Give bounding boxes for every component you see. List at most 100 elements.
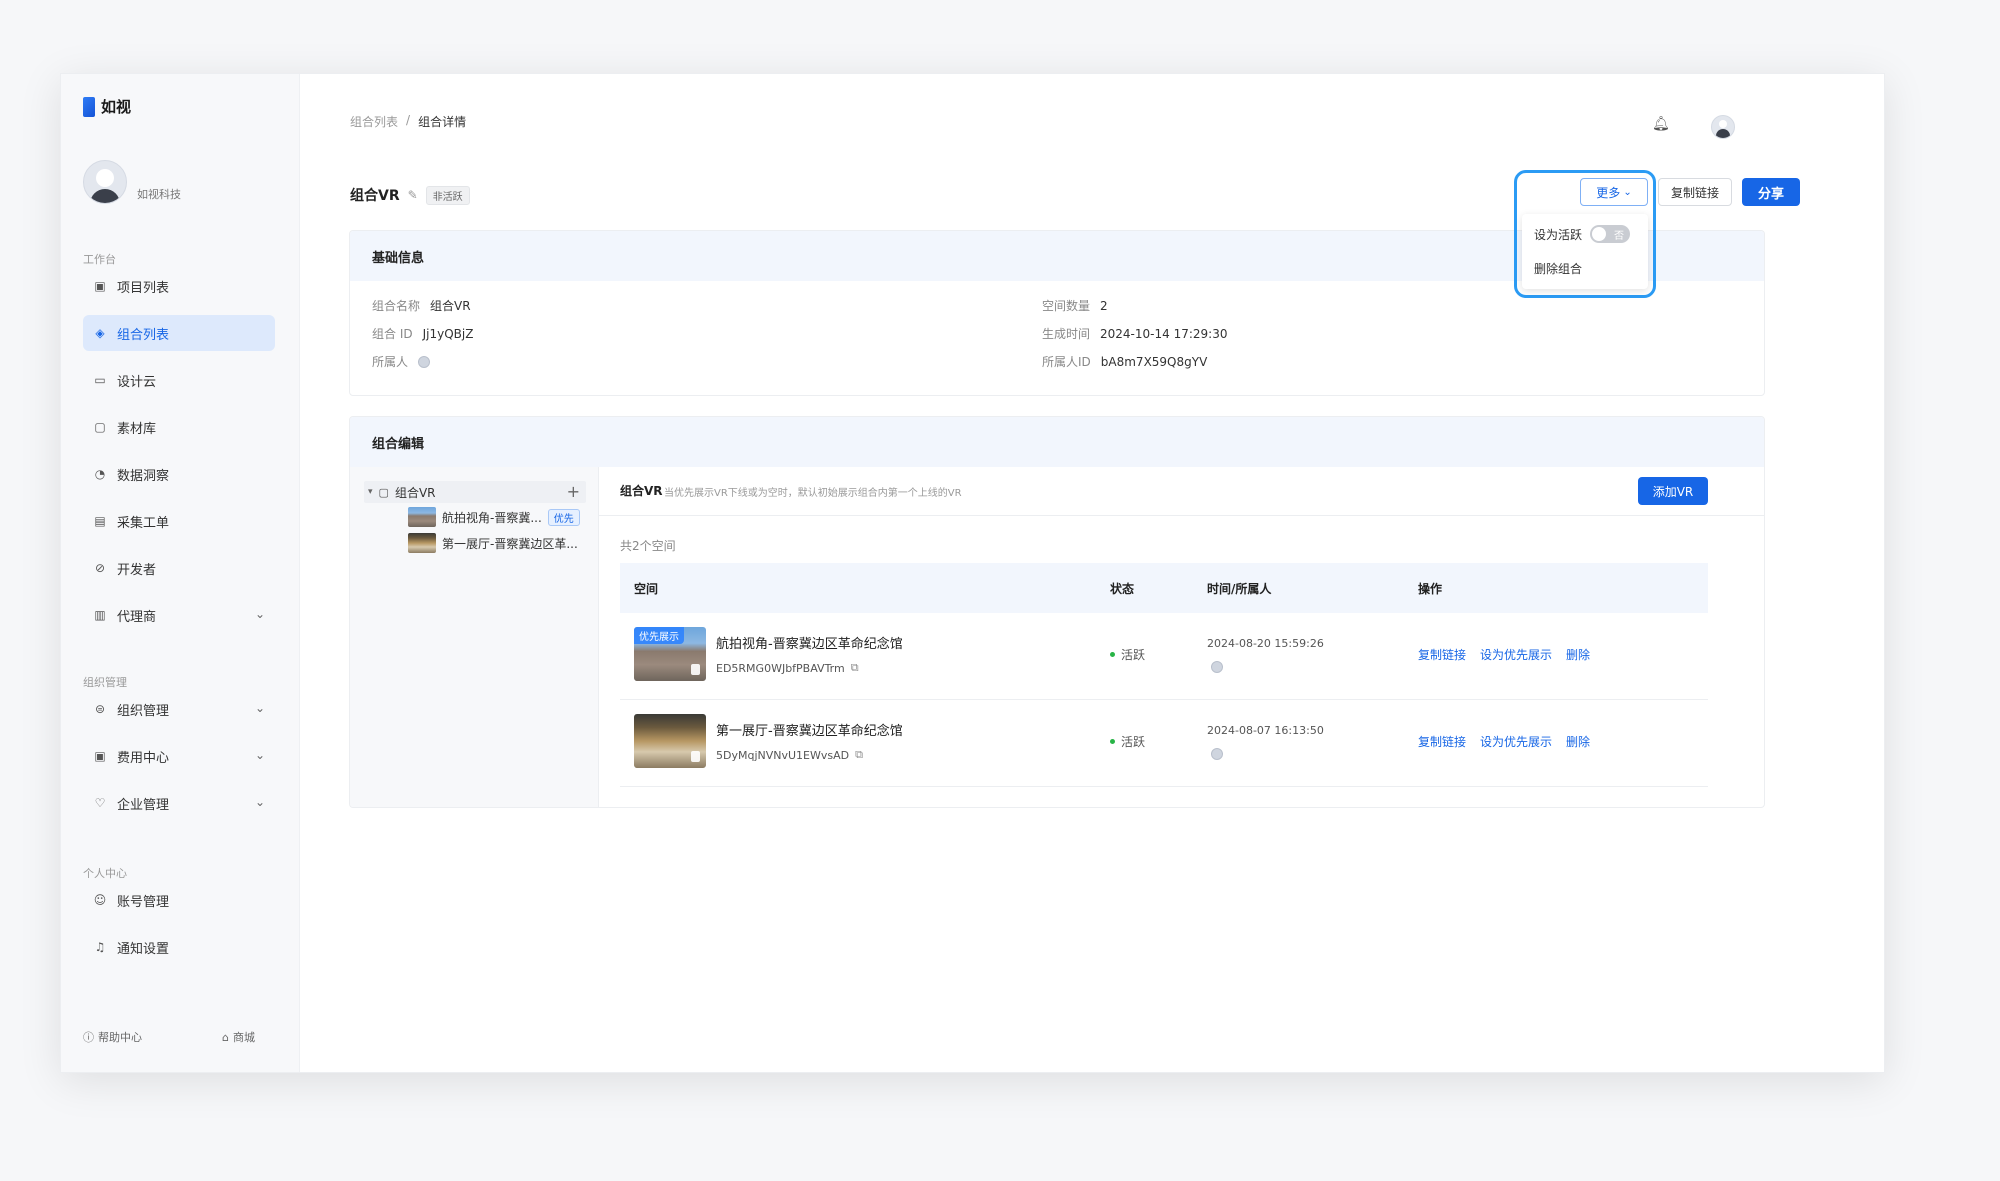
info-value: 2024-10-14 17:29:30 <box>1100 326 1228 341</box>
store-link[interactable]: ⌂ 商城 <box>222 1029 255 1045</box>
status-dot-icon <box>1110 739 1115 744</box>
user-profile[interactable]: 如视科技 <box>83 160 181 204</box>
space-id: 5DyMqjNVNvU1EWvsAD ⧉ <box>716 748 863 762</box>
sidebar-item-label: 组合列表 <box>117 327 170 343</box>
sidebar-item-label: 账号管理 <box>117 894 170 910</box>
org-icon: ⊜ <box>94 702 106 716</box>
help-icon: ⓘ <box>83 1031 94 1044</box>
avatar <box>1211 661 1223 673</box>
delete-action[interactable]: 删除 <box>1566 733 1590 750</box>
set-priority-action[interactable]: 设为优先展示 <box>1480 646 1552 663</box>
logo[interactable]: 如视 <box>83 96 131 117</box>
phone-icon <box>691 664 700 675</box>
sidebar-item-work-orders[interactable]: ▤ 采集工单 <box>83 503 275 539</box>
shield-icon: ♡ <box>94 796 106 810</box>
copy-icon[interactable]: ⧉ <box>855 748 863 762</box>
space-count: 共2个空间 <box>620 539 676 553</box>
sidebar-item-label: 费用中心 <box>117 750 170 766</box>
delete-combo-item[interactable]: 删除组合 <box>1534 260 1582 277</box>
sidebar-item-org-management[interactable]: ⊜ 组织管理 ⌄ <box>83 691 275 727</box>
active-toggle[interactable]: 否 <box>1590 225 1631 243</box>
breadcrumb-parent[interactable]: 组合列表 <box>350 113 398 130</box>
copy-icon[interactable]: ⧉ <box>851 661 859 675</box>
sidebar-item-label: 代理商 <box>117 609 157 625</box>
breadcrumb-current: 组合详情 <box>418 115 467 129</box>
copy-link-button[interactable]: 复制链接 <box>1658 178 1732 206</box>
info-label: 组合 ID <box>372 327 413 341</box>
sidebar-item-label: 数据洞察 <box>117 468 170 484</box>
status: 活跃 <box>1110 646 1145 663</box>
wallet-icon: ▣ <box>94 749 106 763</box>
tree-child-label: 第一展厅-晋察冀边区革... <box>442 536 578 551</box>
share-button[interactable]: 分享 <box>1742 178 1800 206</box>
tree-child-item[interactable]: 第一展厅-晋察冀边区革... <box>408 533 578 553</box>
space-id-value: 5DyMqjNVNvU1EWvsAD <box>716 748 850 762</box>
folder-icon: ▢ <box>378 485 389 499</box>
vr-thumbnail[interactable]: 优先展示 <box>634 627 706 681</box>
copy-link-action[interactable]: 复制链接 <box>1418 733 1466 750</box>
vr-thumbnail <box>408 507 436 527</box>
info-label: 所属人ID <box>1042 355 1091 369</box>
avatar[interactable] <box>1711 115 1735 139</box>
section-title-workbench: 工作台 <box>83 253 116 266</box>
shop-icon: ⌂ <box>222 1030 229 1044</box>
monitor-icon: ▭ <box>94 373 106 387</box>
table-row: 优先展示 航拍视角-晋察冀边区革命纪念馆 ED5RMG0WJbfPBAVTrm … <box>620 613 1708 700</box>
page-title-row: 组合VR ✎ 非活跃 <box>350 185 470 205</box>
sidebar-item-agents[interactable]: ▥ 代理商 ⌄ <box>83 597 275 633</box>
sidebar-item-materials[interactable]: ▢ 素材库 <box>83 409 275 445</box>
row-actions: 复制链接 设为优先展示 删除 <box>1418 733 1590 750</box>
help-center-link[interactable]: ⓘ 帮助中心 <box>83 1029 142 1045</box>
panel-title: 组合VR <box>620 484 663 498</box>
add-vr-button[interactable]: 添加VR <box>1638 477 1708 505</box>
combo-tree: ▾ ▢ 组合VR + 航拍视角-晋察冀... 优先 第一展厅-晋察冀边区革... <box>350 467 599 807</box>
info-label: 空间数量 <box>1042 299 1091 313</box>
tree-root[interactable]: ▾ ▢ 组合VR + <box>364 481 586 503</box>
bell-icon: ♫ <box>94 940 106 954</box>
status: 活跃 <box>1110 733 1145 750</box>
main-content: 组合列表 / 组合详情 🔔︎ 组合VR ✎ 非活跃 更多 ⌄ 复制链接 分享 设… <box>300 74 1884 1072</box>
status-label: 活跃 <box>1121 648 1146 662</box>
sidebar-item-enterprise[interactable]: ♡ 企业管理 ⌄ <box>83 785 275 821</box>
tree-root-label: 组合VR <box>394 485 436 500</box>
delete-action[interactable]: 删除 <box>1566 646 1590 663</box>
created-time: 2024-08-20 15:59:26 <box>1207 637 1324 650</box>
store-label: 商城 <box>233 1031 255 1044</box>
sidebar-item-account[interactable]: ☺ 账号管理 <box>83 882 275 918</box>
code-icon: ⊘ <box>94 561 106 575</box>
vr-thumbnail[interactable] <box>634 714 706 768</box>
caret-down-icon[interactable]: ▾ <box>368 487 373 497</box>
sidebar-item-combos[interactable]: ◈ 组合列表 <box>83 315 275 351</box>
bell-icon[interactable]: 🔔︎ <box>1652 116 1670 132</box>
help-center-label: 帮助中心 <box>98 1031 142 1044</box>
sidebar-item-projects[interactable]: ▣ 项目列表 <box>83 268 275 304</box>
space-table: 空间 状态 时间/所属人 操作 优先展示 航拍视角-晋察冀边区革命纪念馆 ED5… <box>620 563 1708 787</box>
set-priority-action[interactable]: 设为优先展示 <box>1480 733 1552 750</box>
status-dot-icon <box>1110 652 1115 657</box>
priority-badge: 优先 <box>547 508 580 526</box>
sidebar-item-billing[interactable]: ▣ 费用中心 ⌄ <box>83 738 275 774</box>
sidebar-item-label: 项目列表 <box>117 280 170 296</box>
column-header: 状态 <box>1110 582 1135 596</box>
sidebar-item-label: 设计云 <box>117 374 157 390</box>
layers-icon: ◈ <box>95 326 105 340</box>
briefcase-icon: ▥ <box>94 608 106 622</box>
plus-icon[interactable]: + <box>567 482 580 501</box>
status-label: 活跃 <box>1121 735 1146 749</box>
info-label: 所属人 <box>372 355 409 369</box>
sidebar-item-insights[interactable]: ◔ 数据洞察 <box>83 456 275 492</box>
space-id-value: ED5RMG0WJbfPBAVTrm <box>716 661 845 675</box>
sidebar-item-notifications[interactable]: ♫ 通知设置 <box>83 929 275 965</box>
section-title-org: 组织管理 <box>83 676 127 689</box>
avatar[interactable] <box>83 160 127 204</box>
copy-link-action[interactable]: 复制链接 <box>1418 646 1466 663</box>
info-label: 生成时间 <box>1042 327 1091 341</box>
set-active-item[interactable]: 设为活跃 否 <box>1534 225 1631 243</box>
sidebar-item-design-cloud[interactable]: ▭ 设计云 <box>83 362 275 398</box>
row-actions: 复制链接 设为优先展示 删除 <box>1418 646 1590 663</box>
sidebar-item-developer[interactable]: ⊘ 开发者 <box>83 550 275 586</box>
edit-icon[interactable]: ✎ <box>408 188 418 202</box>
breadcrumb-separator: / <box>406 113 411 127</box>
delete-combo-label: 删除组合 <box>1534 262 1583 276</box>
tree-child-item[interactable]: 航拍视角-晋察冀... 优先 <box>408 507 580 527</box>
